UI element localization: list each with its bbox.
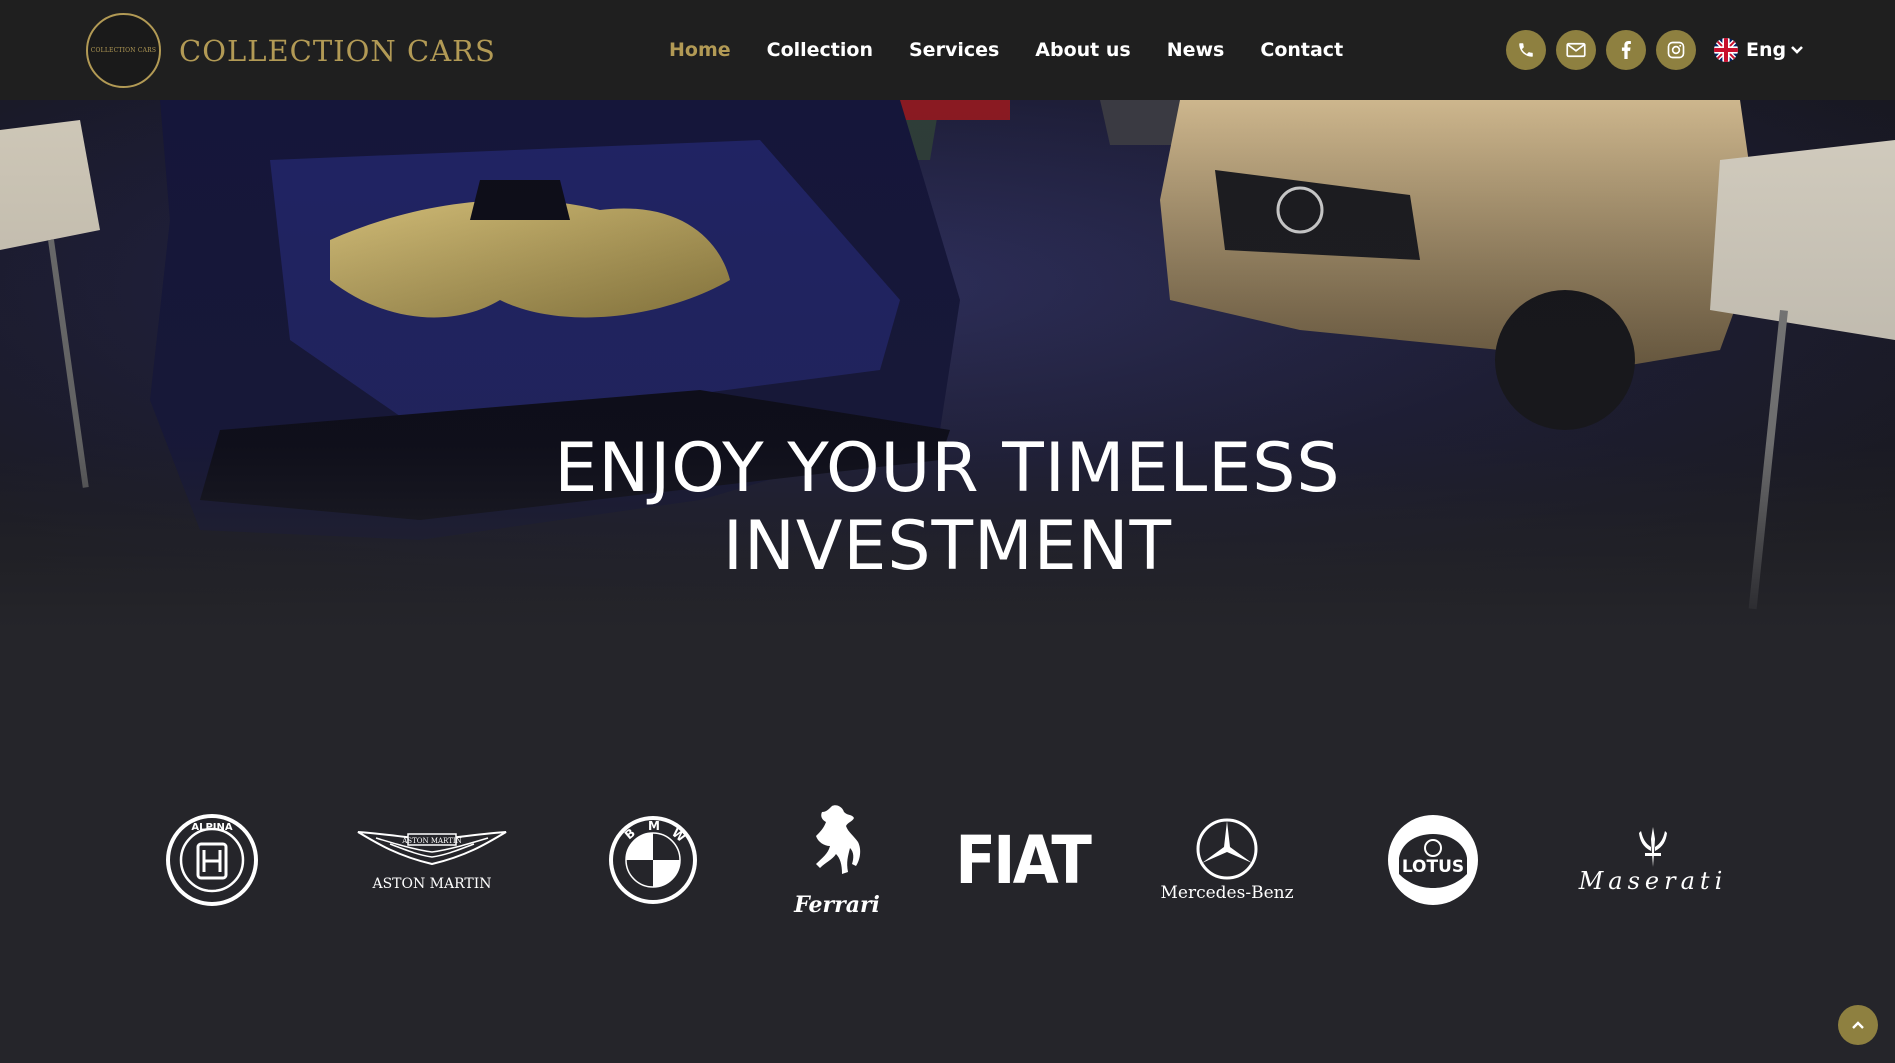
svg-text:ASTON MARTIN: ASTON MARTIN: [401, 837, 462, 845]
brand-aston-martin[interactable]: ASTON MARTIN ASTON MARTIN: [356, 790, 508, 930]
hero-title: ENJOY YOUR TIMELESS INVESTMENT: [0, 430, 1895, 586]
lotus-label: LOTUS: [1402, 857, 1464, 877]
brand-mercedes-benz[interactable]: Mercedes-Benz: [1160, 790, 1294, 930]
mercedes-benz-label: Mercedes-Benz: [1160, 883, 1294, 903]
trident-icon: [1639, 827, 1667, 867]
brand-bmw[interactable]: B M W: [607, 790, 699, 930]
hero-section: ENJOY YOUR TIMELESS INVESTMENT: [0, 100, 1895, 630]
maserati-label: Maserati: [1578, 867, 1728, 895]
logo-wordmark: COLLECTION CARS: [179, 33, 496, 68]
hero-title-line2: INVESTMENT: [722, 507, 1173, 586]
bmw-logo: B M W: [609, 816, 697, 904]
phone-button[interactable]: [1506, 30, 1546, 70]
svg-text:M: M: [648, 819, 660, 833]
aston-martin-wings-icon: ASTON MARTIN: [357, 831, 507, 866]
mail-button[interactable]: [1556, 30, 1596, 70]
instagram-icon: [1667, 41, 1685, 59]
mercedes-star-icon: [1196, 818, 1258, 880]
facebook-button[interactable]: [1606, 30, 1646, 70]
ferrari-label: Ferrari: [794, 892, 880, 918]
phone-icon: [1519, 43, 1533, 57]
aston-martin-label: ASTON MARTIN: [372, 876, 492, 892]
fiat-logo: FIAT: [955, 821, 1091, 899]
nav-services[interactable]: Services: [909, 39, 999, 61]
nav-news[interactable]: News: [1167, 39, 1225, 61]
site-header: COLLECTION CARS COLLECTION CARS Home Col…: [0, 0, 1895, 100]
mail-icon: [1566, 42, 1586, 58]
nav-collection[interactable]: Collection: [767, 39, 873, 61]
brand-fiat[interactable]: FIAT: [955, 790, 1091, 930]
main-nav: Home Collection Services About us News C…: [669, 0, 1379, 100]
nav-about-us[interactable]: About us: [1035, 39, 1130, 61]
facebook-icon: [1621, 41, 1631, 59]
brand-maserati[interactable]: Maserati: [1577, 790, 1729, 930]
logo-emblem-text: COLLECTION CARS: [90, 47, 157, 54]
lotus-logo: LOTUS: [1388, 815, 1478, 905]
prancing-horse-icon: [816, 805, 861, 874]
brand-ferrari[interactable]: Ferrari: [792, 790, 882, 930]
alpina-logo: ALPINA: [166, 814, 258, 906]
chevron-up-icon: [1852, 1021, 1864, 1029]
header-actions: Eng: [1506, 30, 1804, 70]
language-label: Eng: [1746, 39, 1787, 61]
svg-text:ALPINA: ALPINA: [191, 822, 233, 833]
logo-emblem: COLLECTION CARS: [86, 13, 161, 88]
scroll-to-top-button[interactable]: [1838, 1005, 1878, 1045]
hero-title-line1: ENJOY YOUR TIMELESS: [554, 429, 1341, 508]
nav-home[interactable]: Home: [669, 39, 731, 61]
instagram-button[interactable]: [1656, 30, 1696, 70]
brand-lotus[interactable]: LOTUS: [1387, 790, 1479, 930]
brand-alpina[interactable]: ALPINA: [166, 790, 258, 930]
uk-flag-icon: [1714, 38, 1738, 62]
nav-contact[interactable]: Contact: [1260, 39, 1343, 61]
brand-logos: ALPINA ASTON MARTIN ASTON MARTIN B M W F…: [0, 790, 1895, 930]
language-selector[interactable]: Eng: [1714, 38, 1804, 62]
chevron-down-icon: [1791, 46, 1804, 54]
site-logo[interactable]: COLLECTION CARS COLLECTION CARS: [86, 13, 496, 88]
